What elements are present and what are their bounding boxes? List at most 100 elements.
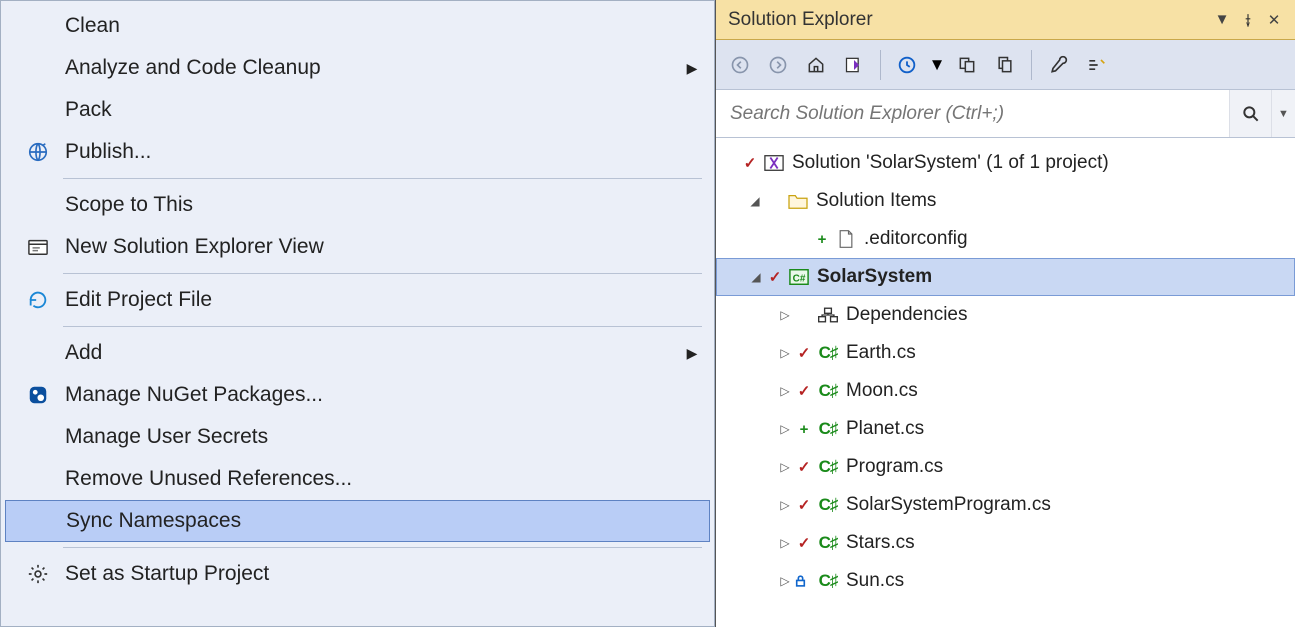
pin-icon[interactable] <box>1235 7 1261 33</box>
tree-file-label: Earth.cs <box>842 342 916 364</box>
tree-solution[interactable]: ✓ Solution 'SolarSystem' (1 of 1 project… <box>716 144 1295 182</box>
expander-open-icon[interactable]: ◢ <box>747 270 765 284</box>
csproj-icon: C# <box>785 267 813 287</box>
tree-dependencies-label: Dependencies <box>842 304 967 326</box>
menu-separator <box>63 178 702 179</box>
status-lock-icon <box>794 574 814 588</box>
menu-separator <box>63 273 702 274</box>
close-icon[interactable]: ✕ <box>1261 7 1287 33</box>
status-check-icon: ✓ <box>740 154 760 172</box>
expander-open-icon[interactable]: ◢ <box>746 194 764 208</box>
menu-scope[interactable]: Scope to This <box>5 184 710 226</box>
tree-file-label: Program.cs <box>842 456 943 478</box>
toolbar-separator <box>880 50 881 80</box>
pending-changes-filter-icon[interactable] <box>891 49 923 81</box>
menu-startup[interactable]: Set as Startup Project <box>5 553 710 595</box>
expander-closed-icon[interactable]: ▷ <box>776 574 794 588</box>
expander-closed-icon[interactable]: ▷ <box>776 422 794 436</box>
menu-pack[interactable]: Pack <box>5 89 710 131</box>
tree-file[interactable]: ▷✓C♯Program.cs <box>716 448 1295 486</box>
expander-closed-icon[interactable]: ▷ <box>776 308 794 322</box>
expander-closed-icon[interactable]: ▷ <box>776 346 794 360</box>
menu-new-view[interactable]: New Solution Explorer View <box>5 226 710 268</box>
tree-editorconfig-label: .editorconfig <box>860 228 968 250</box>
tree-solution-label: Solution 'SolarSystem' (1 of 1 project) <box>788 152 1109 174</box>
tree-file[interactable]: ▷✓C♯SolarSystemProgram.cs <box>716 486 1295 524</box>
expander-closed-icon[interactable]: ▷ <box>776 498 794 512</box>
csharp-file-icon: C♯ <box>814 457 842 477</box>
search-input[interactable] <box>716 90 1229 137</box>
expander-closed-icon[interactable]: ▷ <box>776 384 794 398</box>
context-menu: Clean Analyze and Code Cleanup ▶ Pack Pu… <box>0 0 715 627</box>
solution-icon <box>760 153 788 173</box>
menu-label-secrets: Manage User Secrets <box>65 425 704 449</box>
menu-label-pack: Pack <box>65 98 704 122</box>
dropdown-icon[interactable]: ▼ <box>1209 7 1235 33</box>
csharp-file-icon: C♯ <box>814 495 842 515</box>
menu-edit-project[interactable]: Edit Project File <box>5 279 710 321</box>
globe-icon <box>11 141 65 163</box>
menu-sync-namespaces[interactable]: Sync Namespaces <box>5 500 710 542</box>
menu-add[interactable]: Add ▶ <box>5 332 710 374</box>
properties-icon[interactable] <box>1042 49 1074 81</box>
search-icon[interactable] <box>1229 90 1271 137</box>
tree-file[interactable]: ▷✓C♯Stars.cs <box>716 524 1295 562</box>
menu-label-new-view: New Solution Explorer View <box>65 235 704 259</box>
file-icon <box>832 229 860 249</box>
solution-tree: ✓ Solution 'SolarSystem' (1 of 1 project… <box>716 138 1295 627</box>
svg-text:C#: C# <box>793 274 806 285</box>
tree-solution-items[interactable]: ◢ Solution Items <box>716 182 1295 220</box>
show-all-files-icon[interactable] <box>989 49 1021 81</box>
solution-view-icon <box>11 237 65 257</box>
menu-separator <box>63 547 702 548</box>
tree-file-label: Moon.cs <box>842 380 918 402</box>
menu-label-nuget: Manage NuGet Packages... <box>65 383 704 407</box>
tree-file[interactable]: ▷✓C♯Earth.cs <box>716 334 1295 372</box>
tree-file[interactable]: ▷+C♯Planet.cs <box>716 410 1295 448</box>
tree-project[interactable]: ◢ ✓ C# SolarSystem <box>716 258 1295 296</box>
expander-closed-icon[interactable]: ▷ <box>776 460 794 474</box>
expander-closed-icon[interactable]: ▷ <box>776 536 794 550</box>
status-check-icon: ✓ <box>794 458 814 476</box>
menu-separator <box>63 326 702 327</box>
menu-label-publish: Publish... <box>65 140 704 164</box>
menu-clean[interactable]: Clean <box>5 5 710 47</box>
menu-publish[interactable]: Publish... <box>5 131 710 173</box>
menu-remove-refs[interactable]: Remove Unused References... <box>5 458 710 500</box>
solution-explorer-panel: Solution Explorer ▼ ✕ ▼ <box>715 0 1295 627</box>
menu-analyze[interactable]: Analyze and Code Cleanup ▶ <box>5 47 710 89</box>
tree-file[interactable]: ▷✓C♯Moon.cs <box>716 372 1295 410</box>
menu-label-add: Add <box>65 341 680 365</box>
switch-views-icon[interactable] <box>838 49 870 81</box>
status-plus-icon: + <box>812 231 832 248</box>
tree-editorconfig[interactable]: + .editorconfig <box>716 220 1295 258</box>
menu-label-startup: Set as Startup Project <box>65 562 704 586</box>
menu-label-sync-ns: Sync Namespaces <box>66 509 703 533</box>
search-dropdown-icon[interactable]: ▼ <box>1271 90 1295 137</box>
folder-icon <box>784 192 812 210</box>
menu-secrets[interactable]: Manage User Secrets <box>5 416 710 458</box>
forward-icon[interactable] <box>762 49 794 81</box>
sync-icon[interactable] <box>951 49 983 81</box>
menu-nuget[interactable]: Manage NuGet Packages... <box>5 374 710 416</box>
toolbar-separator <box>1031 50 1032 80</box>
tree-file[interactable]: ▷C♯Sun.cs <box>716 562 1295 600</box>
filter-dropdown-icon[interactable]: ▼ <box>929 49 945 81</box>
status-check-icon: ✓ <box>794 496 814 514</box>
home-icon[interactable] <box>800 49 832 81</box>
menu-label-scope: Scope to This <box>65 193 704 217</box>
status-plus-icon: + <box>794 421 814 438</box>
tree-file-label: SolarSystemProgram.cs <box>842 494 1051 516</box>
csharp-file-icon: C♯ <box>814 533 842 553</box>
preview-icon[interactable] <box>1080 49 1112 81</box>
panel-title: Solution Explorer <box>728 9 873 31</box>
tree-project-label: SolarSystem <box>813 266 932 288</box>
nuget-icon <box>11 384 65 406</box>
tree-dependencies[interactable]: ▷ Dependencies <box>716 296 1295 334</box>
back-icon[interactable] <box>724 49 756 81</box>
search-bar: ▼ <box>716 90 1295 138</box>
status-check-icon: ✓ <box>794 534 814 552</box>
submenu-arrow-icon: ▶ <box>680 60 704 77</box>
csharp-file-icon: C♯ <box>814 381 842 401</box>
tree-file-label: Stars.cs <box>842 532 915 554</box>
